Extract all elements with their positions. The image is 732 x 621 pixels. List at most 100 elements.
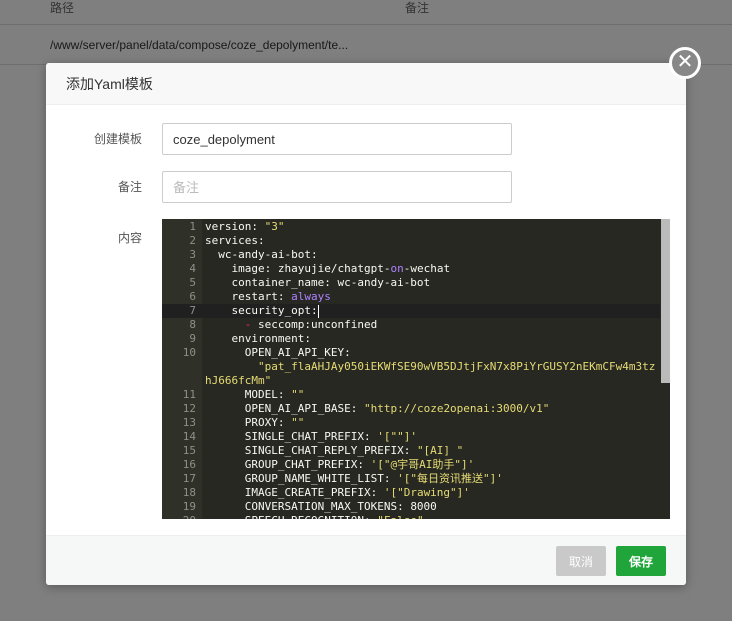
code-line[interactable]: 3 wc-andy-ai-bot: [162,248,660,262]
code-token: SINGLE_CHAT_PREFIX: [244,430,378,443]
code-line[interactable]: 4 image: zhayujie/chatgpt-on-wechat [162,262,660,276]
code-token: MODEL: [244,388,292,401]
line-text: SINGLE_CHAT_PREFIX: '[""]' [202,430,660,444]
code-lines[interactable]: 1 version: "3" 2 services: 3 wc-andy-ai-bot:… [162,219,660,519]
line-text: image: zhayujie/chatgpt-on-wechat [202,262,660,276]
line-number: 12 [182,402,196,415]
template-name-input[interactable] [162,123,512,155]
code-token: "False" [377,514,423,519]
code-token: OPEN_AI_API_BASE: [244,402,364,415]
note-input[interactable] [162,171,512,203]
line-number: 4 [189,262,196,275]
line-text: SPEECH_RECOGNITION: "False" [202,514,660,519]
code-line[interactable]: 5 container_name: wc-andy-ai-bot [162,276,660,290]
line-number: 19 [182,500,196,513]
line-number: 16 [182,458,196,471]
line-text: - seccomp:unconfined [202,318,660,332]
code-line[interactable]: 16 GROUP_CHAT_PREFIX: '["@宇哥AI助手"]' [162,458,660,472]
line-number [162,360,202,388]
code-line[interactable]: 8 - seccomp:unconfined [162,318,660,332]
code-line[interactable]: 19 CONVERSATION_MAX_TOKENS: 8000 [162,500,660,514]
yaml-code-editor[interactable]: 1 version: "3" 2 services: 3 wc-andy-ai-bot:… [162,219,670,519]
code-token: on [390,262,404,275]
line-text: container_name: wc-andy-ai-bot [202,276,660,290]
line-text: GROUP_CHAT_PREFIX: '["@宇哥AI助手"]' [202,458,660,472]
line-number: 7 [189,304,196,317]
code-line[interactable]: 6 restart: always [162,290,660,304]
editor-scrollbar[interactable] [660,219,670,519]
code-token: '["@宇哥AI助手"]' [370,458,475,471]
code-line[interactable]: 12 OPEN_AI_API_BASE: "http://coze2openai… [162,402,660,416]
code-token: container_name: wc-andy-ai-bot [231,276,431,289]
line-text: IMAGE_CREATE_PREFIX: '["Drawing"]' [202,486,660,500]
code-token: "pat_flaAHJAy050iEKWfSE90wVB5DJtjFxN7x8P… [205,360,656,387]
code-token: "3" [264,220,285,233]
line-number: 10 [182,346,196,359]
code-token: OPEN_AI_API_KEY: [244,346,351,359]
content-label: 内容 [117,231,142,245]
code-line[interactable]: 17 GROUP_NAME_WHITE_LIST: '["每日资讯推送"]' [162,472,660,486]
code-token: - [244,318,258,331]
scrollbar-thumb[interactable] [661,219,670,383]
line-number: 9 [189,332,196,345]
close-icon[interactable]: ✕ [669,47,701,79]
name-label: 创建模板 [93,132,142,146]
line-number: 1 [189,220,196,233]
code-line[interactable]: 20 SPEECH_RECOGNITION: "False" [162,514,660,519]
line-text: restart: always [202,290,660,304]
code-token: PROXY: [244,416,292,429]
code-line[interactable]: "pat_flaAHJAy050iEKWfSE90wVB5DJtjFxN7x8P… [162,360,660,388]
code-line[interactable]: 14 SINGLE_CHAT_PREFIX: '[""]' [162,430,660,444]
line-text: wc-andy-ai-bot: [202,248,660,262]
code-line[interactable]: 7 security_opt: [162,304,660,318]
code-token: "" [291,416,305,429]
line-number: 13 [182,416,196,429]
line-number: 14 [182,430,196,443]
code-token: services: [205,234,265,247]
code-token: version: [205,220,265,233]
code-line[interactable]: 15 SINGLE_CHAT_REPLY_PREFIX: "[AI] " [162,444,660,458]
code-line[interactable]: 13 PROXY: "" [162,416,660,430]
line-number: 18 [182,486,196,499]
code-line[interactable]: 9 environment: [162,332,660,346]
save-button[interactable]: 保存 [616,546,666,576]
line-text: security_opt: [202,304,660,318]
code-token: SINGLE_CHAT_REPLY_PREFIX: [244,444,417,457]
line-text: OPEN_AI_API_BASE: "http://coze2openai:30… [202,402,660,416]
line-text: MODEL: "" [202,388,660,402]
code-token: -wechat [403,262,451,275]
line-text: CONVERSATION_MAX_TOKENS: 8000 [202,500,660,514]
code-token: IMAGE_CREATE_PREFIX: [244,486,384,499]
code-line[interactable]: 1 version: "3" [162,220,660,234]
code-token: wc-andy-ai-bot: [218,248,318,261]
code-line[interactable]: 11 MODEL: "" [162,388,660,402]
line-number: 20 [162,514,202,519]
code-line[interactable]: 2 services: [162,234,660,248]
line-text: services: [202,234,660,248]
dialog-footer: 取消 保存 [46,535,686,585]
code-token: restart: [231,290,292,303]
code-line[interactable]: 18 IMAGE_CREATE_PREFIX: '["Drawing"]' [162,486,660,500]
cancel-button[interactable]: 取消 [556,546,606,576]
code-line[interactable]: 10 OPEN_AI_API_KEY: [162,346,660,360]
code-token: GROUP_NAME_WHITE_LIST: [244,472,398,485]
code-token: CONVERSATION_MAX_TOKENS: 8000 [244,500,437,513]
line-number: 2 [189,234,196,247]
dialog-title: 添加Yaml模板 [46,63,686,105]
line-number: 11 [182,388,196,401]
line-text: PROXY: "" [202,416,660,430]
